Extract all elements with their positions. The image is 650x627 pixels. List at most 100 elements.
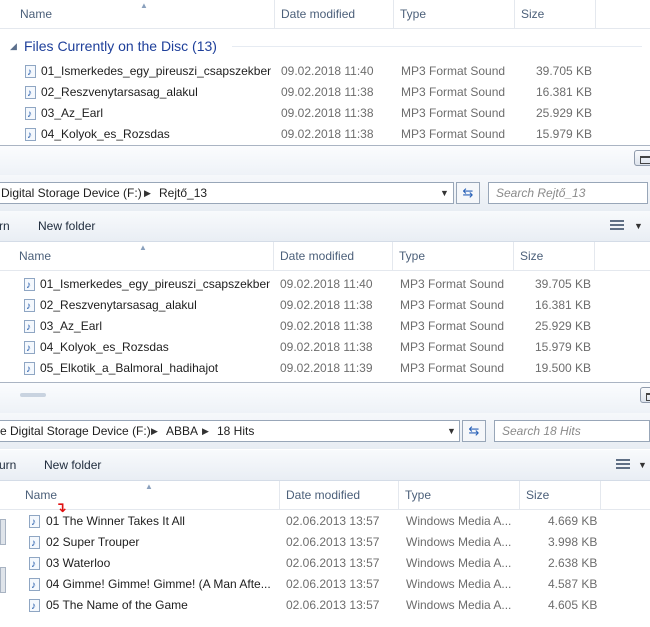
- address-bar[interactable]: e Digital Storage Device (F:) ▶ ABBA ▶ 1…: [0, 420, 460, 442]
- file-type: Windows Media A...: [406, 577, 512, 591]
- file-name: 02_Reszvenytarsasag_alakul: [40, 298, 197, 312]
- file-row[interactable]: 03_Az_Earl 09.02.2018 11:38 MP3 Format S…: [0, 103, 650, 125]
- file-name: 01 The Winner Takes It All: [46, 514, 185, 528]
- column-header-size[interactable]: Size: [515, 0, 595, 28]
- file-name: 02_Reszvenytarsasag_alakul: [41, 85, 198, 99]
- file-name: 04_Kolyok_es_Rozsdas: [41, 127, 170, 141]
- file-date: 09.02.2018 11:38: [280, 298, 373, 312]
- audio-file-icon: [24, 338, 35, 359]
- file-row[interactable]: 03 Waterloo 02.06.2013 13:57 Windows Med…: [0, 553, 650, 575]
- column-header-type[interactable]: Type: [393, 242, 513, 270]
- file-row[interactable]: 01_Ismerkedes_egy_pireuszi_csapszekben 0…: [0, 274, 650, 296]
- breadcrumb-item[interactable]: Rejtő_13: [159, 183, 207, 203]
- file-size: 16.381 KB: [535, 298, 592, 312]
- toolbar-burn-button[interactable]: rn: [0, 211, 10, 241]
- breadcrumb-item[interactable]: ABBA: [166, 421, 198, 441]
- group-title: Files Currently on the Disc (13): [24, 38, 217, 54]
- column-header-date[interactable]: Date modified: [280, 481, 398, 509]
- minimize-button[interactable]: [634, 150, 650, 166]
- view-dropdown-icon[interactable]: ▼: [634, 211, 643, 241]
- file-date: 09.02.2018 11:38: [281, 85, 374, 99]
- audio-file-icon: [24, 296, 35, 317]
- file-size: 4.587 KB: [548, 577, 598, 591]
- file-row[interactable]: 05 The Name of the Game 02.06.2013 13:57…: [0, 595, 650, 617]
- column-divider[interactable]: [600, 481, 601, 509]
- view-dropdown-icon[interactable]: ▼: [638, 450, 647, 480]
- group-header[interactable]: ◢ Files Currently on the Disc (13): [0, 34, 650, 58]
- toolbar-burn-button[interactable]: urn: [0, 450, 16, 480]
- file-row[interactable]: 01_Ismerkedes_egy_pireuszi_csapszekben 0…: [0, 61, 650, 83]
- breadcrumb-item[interactable]: Digital Storage Device (F:): [1, 183, 142, 203]
- breadcrumb-item[interactable]: e Digital Storage Device (F:): [0, 421, 151, 441]
- file-row[interactable]: 01 The Winner Takes It All 02.06.2013 13…: [0, 511, 650, 533]
- address-dropdown-icon[interactable]: ▼: [447, 421, 456, 441]
- column-header-size[interactable]: Size: [520, 481, 600, 509]
- minimize-button[interactable]: [640, 387, 650, 403]
- search-input[interactable]: Search Rejtő_13: [488, 182, 648, 204]
- column-header-date[interactable]: Date modified: [274, 242, 392, 270]
- refresh-button[interactable]: ⇆: [456, 182, 480, 204]
- column-header-size[interactable]: Size: [514, 242, 594, 270]
- file-row[interactable]: 02_Reszvenytarsasag_alakul 09.02.2018 11…: [0, 295, 650, 317]
- breadcrumb-chevron-icon[interactable]: ▶: [151, 421, 158, 441]
- file-row[interactable]: 03_Az_Earl 09.02.2018 11:38 MP3 Format S…: [0, 316, 650, 338]
- search-placeholder: Search Rejtő_13: [496, 186, 586, 200]
- file-size: 16.381 KB: [536, 85, 593, 99]
- column-divider[interactable]: [595, 0, 596, 28]
- file-name: 04_Kolyok_es_Rozsdas: [40, 340, 169, 354]
- file-date: 09.02.2018 11:39: [280, 361, 373, 375]
- address-bar-area: Digital Storage Device (F:) ▶ Rejtő_13 ▼…: [0, 175, 650, 211]
- change-view-icon[interactable]: [616, 459, 630, 470]
- file-type: MP3 Format Sound: [400, 361, 505, 375]
- media-file-icon: [29, 554, 40, 575]
- file-date: 09.02.2018 11:38: [280, 340, 373, 354]
- new-folder-button[interactable]: New folder: [38, 211, 95, 241]
- file-date: 09.02.2018 11:38: [281, 127, 374, 141]
- group-divider-line: [232, 46, 642, 47]
- file-type: Windows Media A...: [406, 556, 512, 570]
- file-size: 2.638 KB: [548, 556, 598, 570]
- audio-file-icon: [25, 104, 36, 125]
- file-date: 09.02.2018 11:40: [280, 277, 373, 291]
- breadcrumb-chevron-icon[interactable]: ▶: [202, 421, 209, 441]
- file-row[interactable]: 04_Kolyok_es_Rozsdas 09.02.2018 11:38 MP…: [0, 124, 650, 145]
- file-size: 4.605 KB: [548, 598, 598, 612]
- file-name: 05_Elkotik_a_Balmoral_hadihajot: [40, 361, 219, 375]
- refresh-button[interactable]: ⇆: [462, 420, 486, 442]
- breadcrumb-chevron-icon[interactable]: ▶: [144, 183, 151, 203]
- title-bar[interactable]: [0, 383, 650, 414]
- address-bar[interactable]: Digital Storage Device (F:) ▶ Rejtő_13 ▼: [0, 182, 454, 204]
- file-type: Windows Media A...: [406, 514, 512, 528]
- file-name: 03_Az_Earl: [41, 106, 104, 120]
- audio-file-icon: [24, 317, 35, 338]
- column-header-row: Name ▲ Date modified Type Size: [0, 0, 650, 29]
- file-size: 3.998 KB: [548, 535, 598, 549]
- column-header-date[interactable]: Date modified: [275, 0, 393, 28]
- file-type: MP3 Format Sound: [401, 127, 506, 141]
- toolbar: urn New folder ▼: [0, 450, 650, 481]
- file-row[interactable]: 02_Reszvenytarsasag_alakul 09.02.2018 11…: [0, 82, 650, 104]
- explorer-window-bottom: e Digital Storage Device (F:) ▶ ABBA ▶ 1…: [0, 383, 650, 627]
- collapse-triangle-icon[interactable]: ◢: [10, 34, 17, 58]
- mouse-pointer-icon: ↴: [55, 499, 67, 515]
- file-name: 01_Ismerkedes_egy_pireuszi_csapszekben: [40, 277, 270, 291]
- column-divider[interactable]: [594, 242, 595, 270]
- file-row[interactable]: 05_Elkotik_a_Balmoral_hadihajot 09.02.20…: [0, 358, 650, 380]
- column-header-row: Name ▲ Date modified Type Size: [0, 481, 650, 510]
- column-header-type[interactable]: Type: [399, 481, 519, 509]
- column-header-type[interactable]: Type: [394, 0, 514, 28]
- change-view-icon[interactable]: [610, 220, 624, 231]
- sort-ascending-icon: ▲: [139, 243, 147, 252]
- file-row[interactable]: 02 Super Trouper 02.06.2013 13:57 Window…: [0, 532, 650, 554]
- file-size: 15.979 KB: [535, 340, 592, 354]
- address-dropdown-icon[interactable]: ▼: [440, 183, 449, 203]
- file-row[interactable]: 04 Gimme! Gimme! Gimme! (A Man Afte... 0…: [0, 574, 650, 596]
- file-name: 05 The Name of the Game: [46, 598, 188, 612]
- breadcrumb-item[interactable]: 18 Hits: [217, 421, 254, 441]
- search-input[interactable]: Search 18 Hits: [494, 420, 650, 442]
- new-folder-button[interactable]: New folder: [44, 450, 101, 480]
- file-date: 09.02.2018 11:38: [281, 106, 374, 120]
- file-row[interactable]: 04_Kolyok_es_Rozsdas 09.02.2018 11:38 MP…: [0, 337, 650, 359]
- file-date: 02.06.2013 13:57: [286, 556, 380, 570]
- title-bar[interactable]: [0, 146, 650, 177]
